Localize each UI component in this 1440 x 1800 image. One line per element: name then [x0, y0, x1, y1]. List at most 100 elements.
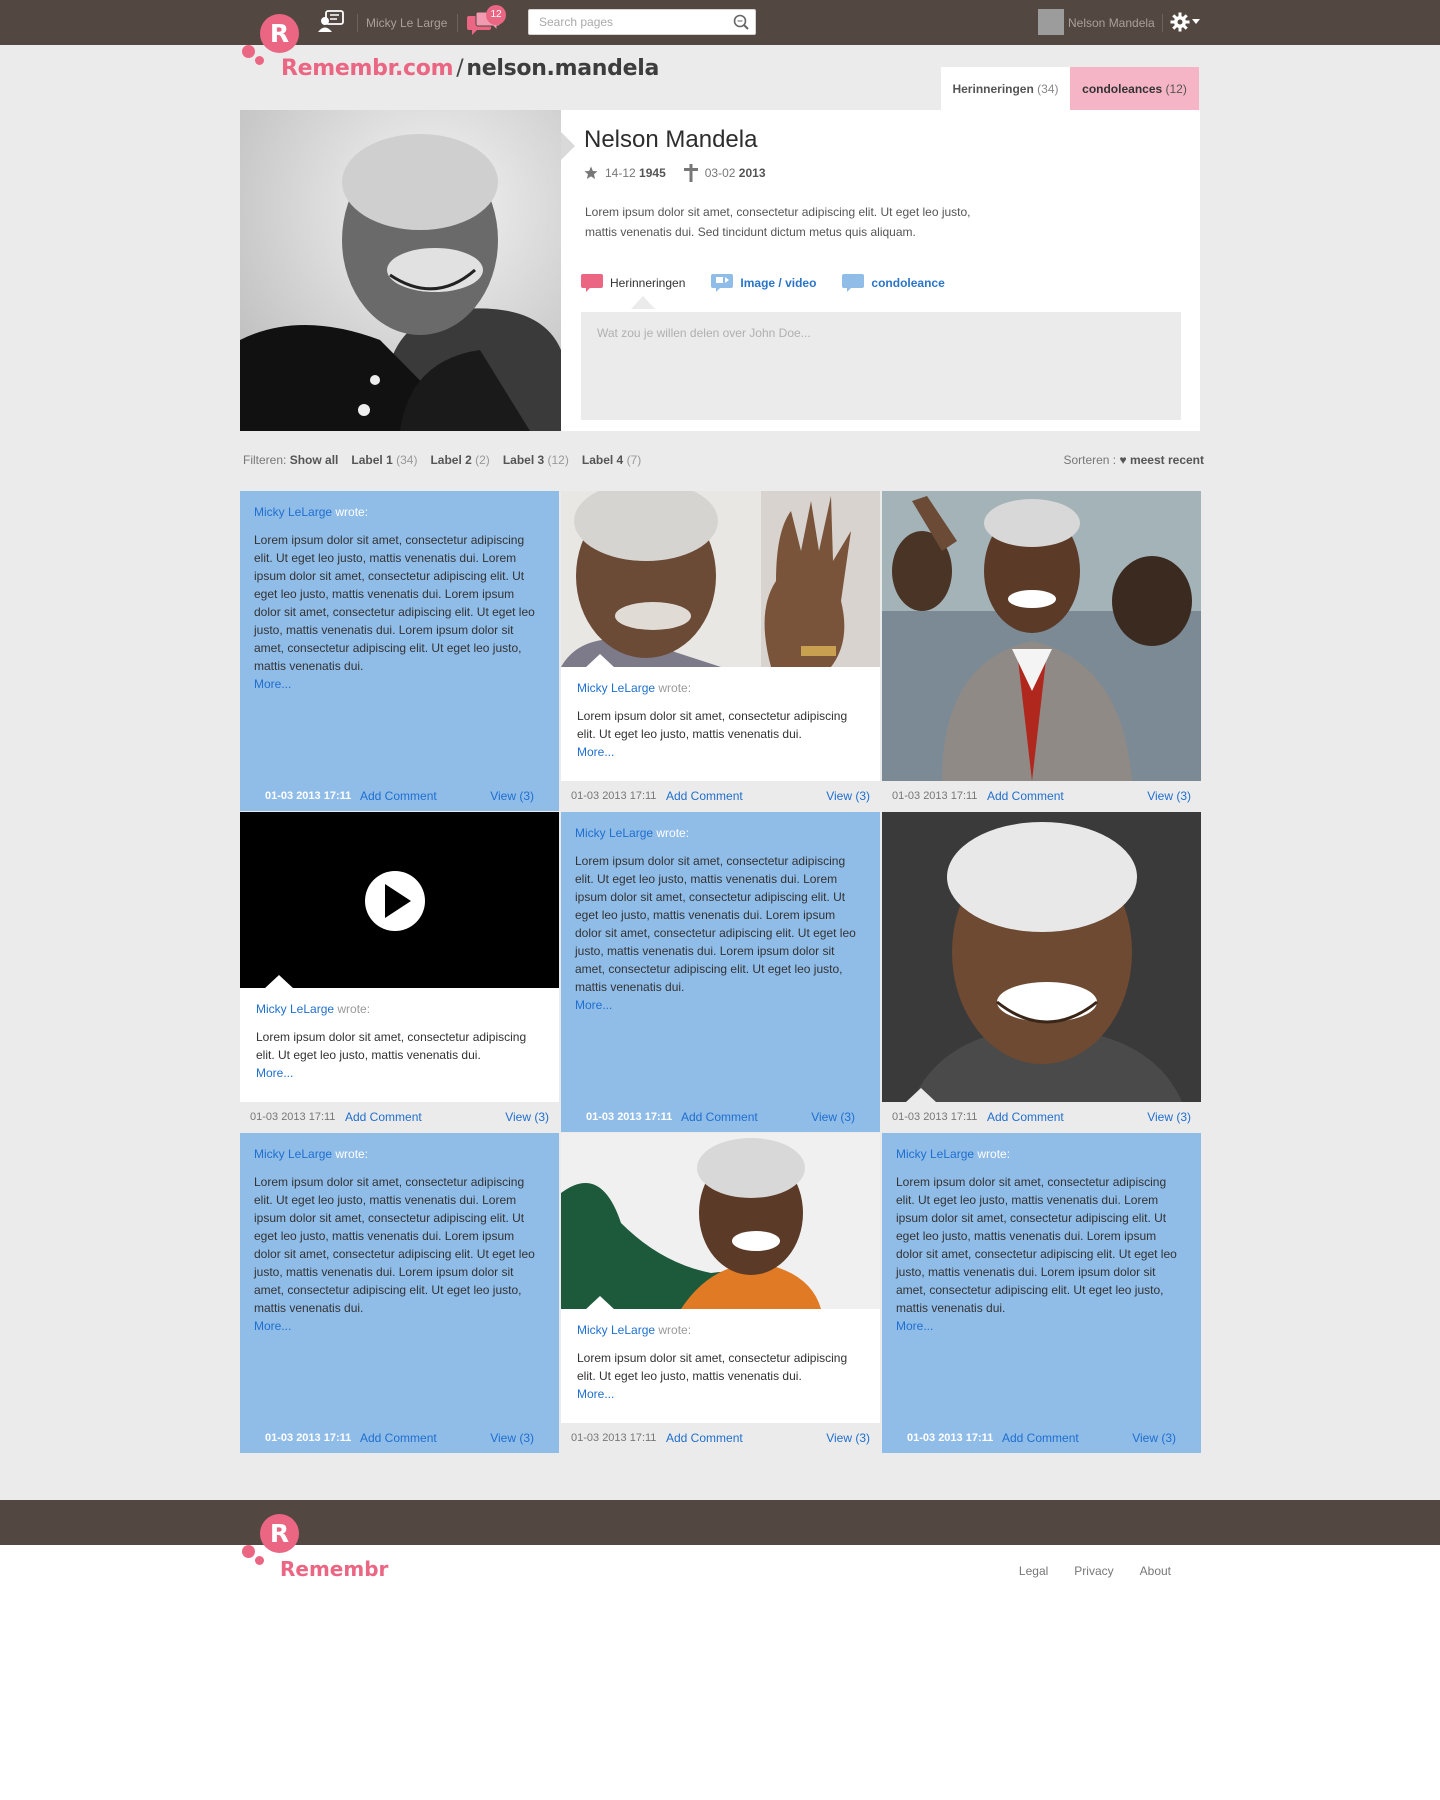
- more-link[interactable]: More...: [896, 1319, 933, 1333]
- add-comment-link[interactable]: Add Comment: [1002, 1423, 1079, 1453]
- add-comment-link[interactable]: Add Comment: [360, 1423, 437, 1453]
- footer: [0, 1545, 1440, 1800]
- footer-link-privacy[interactable]: Privacy: [1074, 1564, 1113, 1578]
- birth-year: 1945: [639, 166, 666, 180]
- more-link[interactable]: More...: [575, 998, 612, 1012]
- search-icon[interactable]: [733, 14, 749, 30]
- current-user-name[interactable]: Micky Le Large: [366, 16, 447, 30]
- add-comment-link[interactable]: Add Comment: [987, 781, 1064, 811]
- author-link[interactable]: Micky LeLarge: [254, 1147, 332, 1161]
- memory-speech-icon: [581, 274, 603, 292]
- footer-bar: [0, 1500, 1440, 1545]
- view-comments-link[interactable]: View (3): [826, 781, 870, 811]
- card-text: Lorem ipsum dolor sit amet, consectetur …: [575, 854, 856, 994]
- memory-photo[interactable]: [882, 491, 1201, 781]
- add-comment-link[interactable]: Add Comment: [360, 781, 437, 811]
- author-link[interactable]: Micky LeLarge: [575, 826, 653, 840]
- memory-video[interactable]: [240, 812, 559, 988]
- author-link[interactable]: Micky LeLarge: [577, 681, 655, 695]
- memory-photo[interactable]: [561, 491, 880, 667]
- add-comment-link[interactable]: Add Comment: [681, 1102, 758, 1132]
- profile-name: Nelson Mandela: [584, 126, 758, 153]
- card-author-line: Micky LeLarge wrote:: [254, 1147, 368, 1161]
- author-link[interactable]: Micky LeLarge: [577, 1323, 655, 1337]
- gear-icon[interactable]: [1170, 12, 1190, 32]
- view-comments-link[interactable]: View (3): [1147, 781, 1191, 811]
- cross-icon: [683, 164, 698, 182]
- death-year: 2013: [738, 166, 766, 180]
- wrote-label: wrote:: [335, 505, 369, 519]
- post-type-image-video[interactable]: Image / video: [711, 273, 816, 293]
- site-name[interactable]: Remembr.com: [281, 56, 454, 81]
- more-link[interactable]: More...: [577, 1387, 614, 1401]
- memory-card-photo: 01-03 2013 17:11 Add Comment View (3): [882, 812, 1201, 1132]
- tab-count: (34): [1037, 82, 1059, 96]
- search-input[interactable]: [529, 10, 719, 34]
- divider: [1162, 14, 1163, 32]
- filter-label-name: Label 3: [502, 453, 545, 467]
- photo-pointer: [906, 1088, 936, 1102]
- add-comment-link[interactable]: Add Comment: [666, 781, 743, 811]
- more-link[interactable]: More...: [254, 1319, 291, 1333]
- view-comments-link[interactable]: View (3): [1132, 1423, 1176, 1453]
- author-link[interactable]: Micky LeLarge: [896, 1147, 974, 1161]
- footer-link-about[interactable]: About: [1140, 1564, 1171, 1578]
- logo-dot: [255, 56, 264, 65]
- card-body: Lorem ipsum dolor sit amet, consectetur …: [254, 531, 539, 693]
- filter-label-3[interactable]: Label 3 (12): [503, 453, 569, 467]
- author-link[interactable]: Micky LeLarge: [254, 505, 332, 519]
- post-date: 01-03 2013 17:11: [265, 1432, 352, 1444]
- memory-photo[interactable]: [561, 1133, 880, 1309]
- filter-label-1[interactable]: Label 1 (34): [351, 453, 417, 467]
- card-footer: 01-03 2013 17:11 Add Comment View (3): [882, 1102, 1201, 1132]
- remembr-logo-icon[interactable]: R: [260, 14, 299, 53]
- view-comments-link[interactable]: View (3): [811, 1102, 855, 1132]
- more-link[interactable]: More...: [254, 677, 291, 691]
- filter-label-count: (2): [475, 453, 490, 467]
- compose-memory-input[interactable]: [581, 312, 1181, 420]
- more-link[interactable]: More...: [256, 1066, 293, 1080]
- more-link[interactable]: More...: [577, 745, 614, 759]
- card-author-line: Micky LeLarge wrote:: [256, 1002, 370, 1016]
- footer-brand[interactable]: Remembr: [280, 1557, 388, 1581]
- avatar[interactable]: [1038, 9, 1064, 35]
- view-comments-link[interactable]: View (3): [826, 1423, 870, 1453]
- logo-dot: [255, 1556, 264, 1565]
- view-comments-link[interactable]: View (3): [490, 781, 534, 811]
- card-text: Lorem ipsum dolor sit amet, consectetur …: [577, 709, 848, 741]
- condoleance-speech-icon: [842, 274, 865, 292]
- tab-herinneringen[interactable]: Herinneringen (34): [941, 67, 1070, 112]
- view-comments-link[interactable]: View (3): [490, 1423, 534, 1453]
- post-date: 01-03 2013 17:11: [892, 790, 978, 802]
- view-comments-link[interactable]: View (3): [1147, 1102, 1191, 1132]
- footer-link-legal[interactable]: Legal: [1019, 1564, 1048, 1578]
- tab-condoleances[interactable]: condoleances (12): [1070, 67, 1199, 112]
- portrait-pointer: [561, 132, 575, 160]
- user-profile-icon[interactable]: [318, 10, 344, 32]
- remembr-logo-icon[interactable]: R: [260, 1514, 299, 1553]
- filter-bar: Filteren: Show all Label 1 (34) Label 2 …: [243, 453, 654, 467]
- memory-photo[interactable]: [882, 812, 1201, 1102]
- card-body: Lorem ipsum dolor sit amet, consectetur …: [577, 1349, 862, 1403]
- card-text: Lorem ipsum dolor sit amet, consectetur …: [577, 1351, 848, 1383]
- add-comment-link[interactable]: Add Comment: [987, 1102, 1064, 1132]
- add-comment-link[interactable]: Add Comment: [666, 1423, 743, 1453]
- profile-name-link[interactable]: Nelson Mandela: [1068, 16, 1155, 30]
- filter-label-name: Label 4: [581, 453, 624, 467]
- wrote-label: wrote:: [656, 826, 690, 840]
- card-author-line: Micky LeLarge wrote:: [577, 1323, 691, 1337]
- post-type-herinneringen[interactable]: Herinneringen: [581, 273, 685, 293]
- chevron-down-icon[interactable]: [1192, 19, 1200, 24]
- post-type-label: condoleance: [871, 276, 945, 290]
- author-link[interactable]: Micky LeLarge: [256, 1002, 334, 1016]
- post-type-condoleance[interactable]: condoleance: [842, 273, 945, 293]
- compose-pointer: [631, 296, 655, 309]
- filter-label-4[interactable]: Label 4 (7): [582, 453, 641, 467]
- sort-control[interactable]: Sorteren : ♥ meest recent: [1063, 453, 1204, 467]
- view-comments-link[interactable]: View (3): [505, 1102, 549, 1132]
- filter-label-2[interactable]: Label 2 (2): [430, 453, 489, 467]
- add-comment-link[interactable]: Add Comment: [345, 1102, 422, 1132]
- filter-show-all[interactable]: Show all: [290, 453, 339, 467]
- card-footer: 01-03 2013 17:11 Add Comment View (3): [561, 1423, 880, 1453]
- card-footer: 01-03 2013 17:11 Add Comment View (3): [561, 781, 880, 811]
